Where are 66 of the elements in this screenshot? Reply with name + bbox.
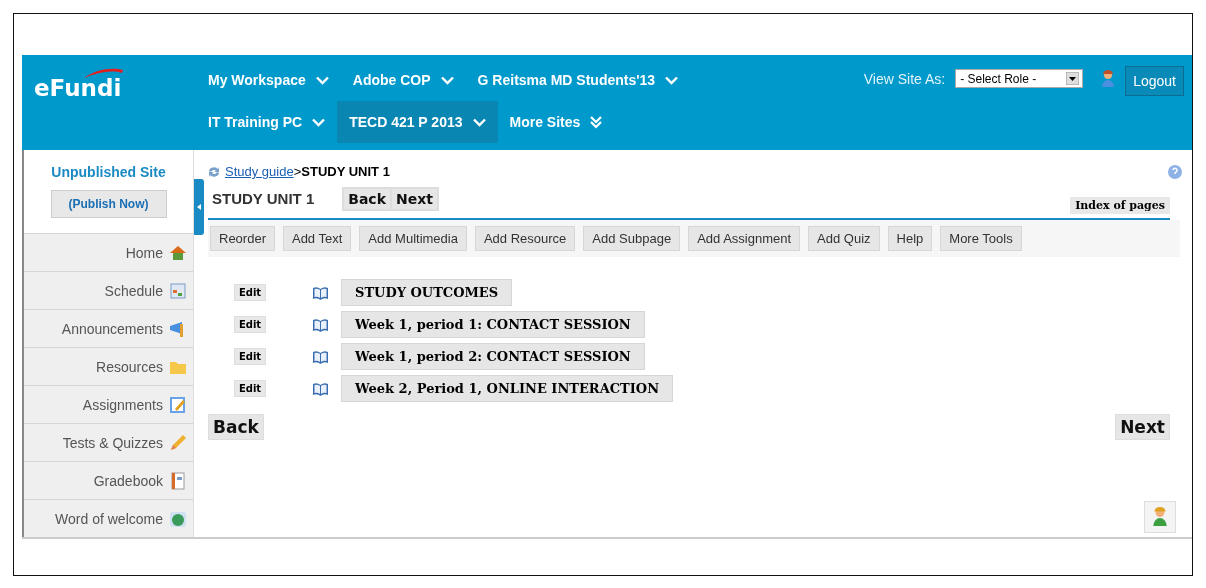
next-button[interactable]: Next — [391, 187, 438, 210]
toolbar-button[interactable]: Add Resource — [474, 226, 576, 251]
chevron-icon — [440, 75, 454, 85]
chevron-icon — [472, 117, 486, 127]
sidebar-item[interactable]: Schedule — [24, 271, 193, 309]
book-icon — [312, 349, 329, 364]
toolbar-button[interactable]: Reorder — [210, 226, 275, 251]
sidebar-toggle[interactable] — [194, 179, 204, 235]
help-icon[interactable] — [1168, 165, 1182, 179]
toolbar-button[interactable]: Add Multimedia — [359, 226, 467, 251]
publish-now-button[interactable]: (Publish Now) — [50, 190, 167, 218]
toolbar-button[interactable]: Help — [887, 226, 933, 251]
chevron-icon — [665, 75, 679, 85]
toolbar-button[interactable]: Add Subpage — [583, 226, 681, 251]
sidebar-item[interactable]: Tests & Quizzes — [24, 423, 193, 461]
sidebar-item[interactable]: Assignments — [24, 385, 193, 423]
dropdown-arrow-icon — [1066, 72, 1080, 85]
page-title: STUDY UNIT 1 — [212, 190, 315, 207]
sidebar-item[interactable]: Word of welcome — [24, 499, 193, 537]
book-icon — [312, 381, 329, 396]
page-link-button[interactable]: STUDY OUTCOMES — [341, 279, 513, 306]
site-tab[interactable]: TECD 421 P 2013 — [337, 101, 498, 143]
sidebar-item[interactable]: Resources — [24, 347, 193, 385]
back-button[interactable]: Back — [208, 414, 264, 440]
pencil-icon — [169, 433, 187, 452]
edit-button[interactable]: Edit — [234, 348, 266, 365]
toolbar-button[interactable]: More Tools — [940, 226, 1022, 251]
breadcrumb-link[interactable]: Study guide — [225, 164, 294, 179]
sidebar-item[interactable]: Announcements — [24, 309, 193, 347]
sidebar-item[interactable]: Home — [24, 233, 193, 271]
user-button[interactable] — [1144, 501, 1176, 533]
swoosh-icon — [84, 67, 124, 79]
toolbar-button[interactable]: Add Text — [282, 226, 352, 251]
calendar-icon — [169, 281, 187, 300]
breadcrumb-separator: > — [293, 164, 302, 179]
sidebar-item[interactable]: Gradebook — [24, 461, 193, 499]
house-icon — [169, 243, 187, 262]
collapse-arrow-icon — [197, 204, 201, 210]
page-link-button[interactable]: Week 1, period 2: CONTACT SESSION — [341, 343, 645, 370]
edit-button[interactable]: Edit — [234, 380, 266, 397]
edit-button[interactable]: Edit — [234, 284, 266, 301]
chevron-icon — [312, 117, 326, 127]
book-icon — [312, 317, 329, 332]
page-link-button[interactable]: Week 2, Period 1, ONLINE INTERACTION — [341, 375, 674, 402]
efundi-logo: eFundi — [34, 75, 122, 101]
breadcrumb-current: STUDY UNIT 1 — [301, 164, 390, 179]
index-of-pages-button[interactable]: Index of pages — [1070, 197, 1170, 214]
gradebook-icon — [169, 471, 187, 490]
toolbar-button[interactable]: Add Assignment — [688, 226, 801, 251]
note-pencil-icon — [169, 395, 187, 414]
role-select[interactable]: - Select Role - — [955, 69, 1084, 88]
user-icon — [1101, 70, 1116, 88]
back-button[interactable]: Back — [343, 187, 391, 210]
site-status: Unpublished Site — [51, 164, 166, 180]
logout-button[interactable]: Logout — [1125, 66, 1184, 96]
globe-icon — [169, 509, 187, 528]
page-link-button[interactable]: Week 1, period 1: CONTACT SESSION — [341, 311, 645, 338]
next-button[interactable]: Next — [1115, 414, 1170, 440]
chevron-icon — [315, 75, 329, 85]
toolbar-button[interactable]: Add Quiz — [808, 226, 880, 251]
user-icon[interactable] — [1152, 507, 1168, 527]
book-icon — [312, 285, 329, 300]
edit-button[interactable]: Edit — [234, 316, 266, 333]
view-site-as-label: View Site As: — [863, 70, 946, 89]
refresh-icon[interactable] — [208, 165, 220, 178]
double-chevron-icon — [590, 115, 603, 129]
